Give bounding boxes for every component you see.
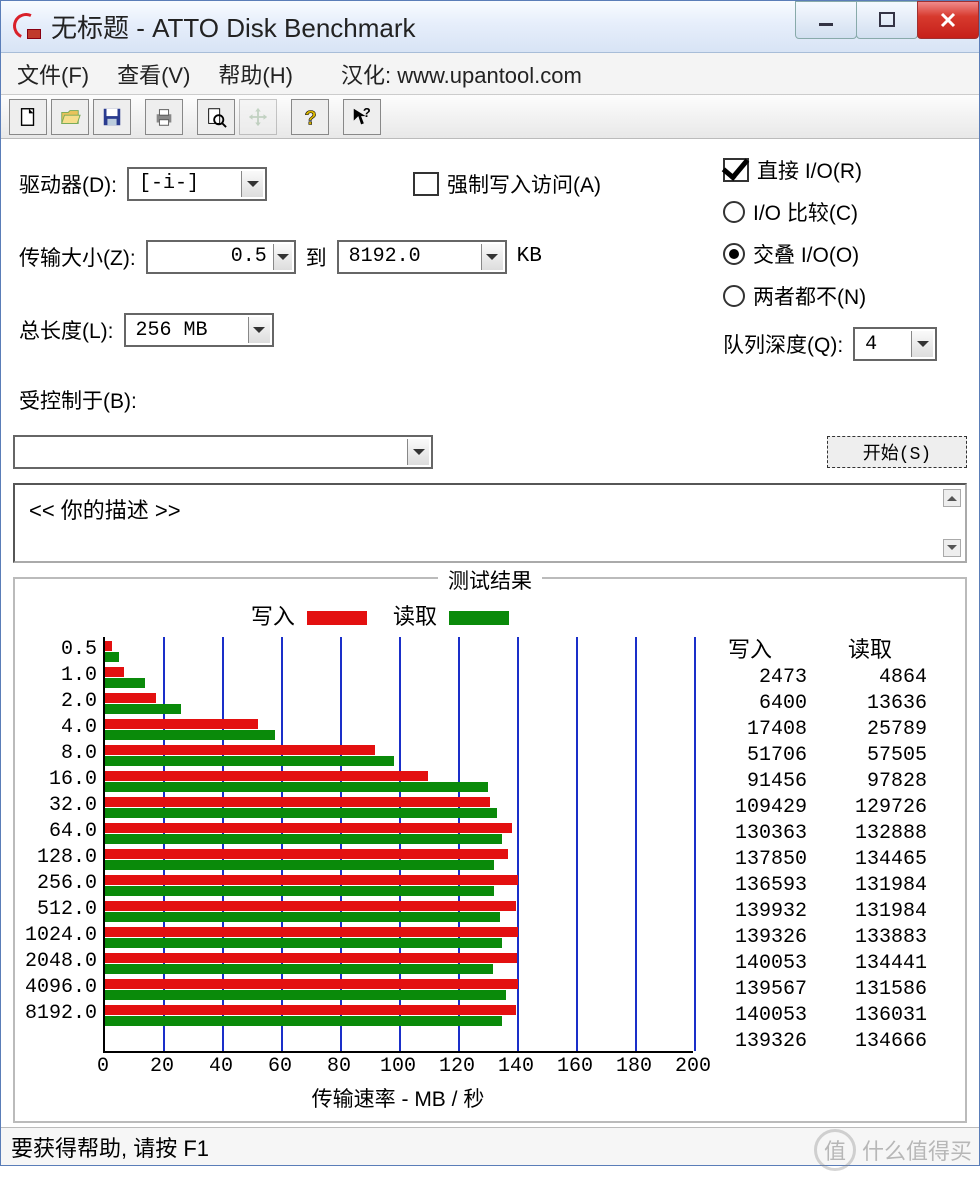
scroll-down-icon[interactable] [943,539,961,557]
total-combo[interactable]: 256 MB [124,313,274,347]
results-group: 测试结果 写入 读取 0.51.02.04.08.016.032.064.012… [13,577,967,1123]
drive-label: 驱动器(D): [13,163,117,205]
context-help-icon[interactable]: ? [343,99,381,135]
neither-radio[interactable]: 两者都不(N) [723,279,980,313]
direct-io-checkbox[interactable]: 直接 I/O(R) [723,153,980,187]
scroll-up-icon[interactable] [943,489,961,507]
queue-combo[interactable]: 4 [853,327,937,361]
menu-bar: 文件(F) 查看(V) 帮助(H) 汉化: www.upantool.com [1,53,979,95]
chart-x-axis: 020406080100120140160180200 [103,1055,693,1083]
controlled-label: 受控制于(B): [13,379,967,421]
total-label: 总长度(L): [13,309,114,351]
to-label: 到 [306,242,327,272]
unit-label: KB [517,245,542,268]
toolbar: ? ? [1,95,979,139]
results-title: 测试结果 [438,565,542,595]
chart-legend: 写入 读取 [0,599,957,631]
close-button[interactable] [917,1,979,39]
menu-help[interactable]: 帮助(H) [218,58,293,90]
transfer-to-combo[interactable]: 8192.0 [337,240,507,274]
window-title: 无标题 - ATTO Disk Benchmark [51,8,416,45]
open-icon[interactable] [51,99,89,135]
overlap-io-radio[interactable]: 交叠 I/O(O) [723,237,980,271]
force-write-checkbox[interactable]: 强制写入访问(A) [413,153,723,214]
svg-text:?: ? [363,106,371,120]
move-icon[interactable] [239,99,277,135]
transfer-label: 传输大小(Z): [13,236,136,278]
app-icon [13,13,41,41]
client-area: 驱动器(D): [-i-] 强制写入访问(A) 直接 I/O(R) I/O 比较… [1,139,979,1127]
description-box[interactable]: << 你的描述 >> [13,483,967,563]
minimize-button[interactable] [795,1,857,39]
controlled-combo[interactable] [13,435,433,469]
maximize-button[interactable] [856,1,918,39]
print-icon[interactable] [145,99,183,135]
legend-write-swatch [307,611,367,625]
queue-label: 队列深度(Q): [723,329,843,359]
save-icon[interactable] [93,99,131,135]
menu-file[interactable]: 文件(F) [17,58,89,90]
write-column: 写入 2473640017408517069145610942913036313… [693,637,813,1055]
menu-view[interactable]: 查看(V) [117,58,190,90]
chart-y-labels: 0.51.02.04.08.016.032.064.0128.0256.0512… [23,637,103,1055]
chart-x-label: 传输速率 - MB / 秒 [103,1083,693,1113]
drive-combo[interactable]: [-i-] [127,167,267,201]
io-compare-radio[interactable]: I/O 比较(C) [723,195,980,229]
preview-icon[interactable] [197,99,235,135]
new-icon[interactable] [9,99,47,135]
svg-text:?: ? [305,107,317,128]
legend-read-swatch [449,611,509,625]
transfer-from-combo[interactable]: 0.5 [146,240,296,274]
chart-plot [103,637,693,1053]
start-button[interactable]: 开始(S) [827,436,967,468]
app-window: 无标题 - ATTO Disk Benchmark 文件(F) 查看(V) 帮助… [0,0,980,1166]
help-icon[interactable]: ? [291,99,329,135]
menu-credit: 汉化: www.upantool.com [341,58,582,90]
read-column: 读取 4864136362578957505978281297261328881… [813,637,933,1055]
watermark: 值什么值得买 [814,1125,974,1175]
title-bar[interactable]: 无标题 - ATTO Disk Benchmark [1,1,979,53]
